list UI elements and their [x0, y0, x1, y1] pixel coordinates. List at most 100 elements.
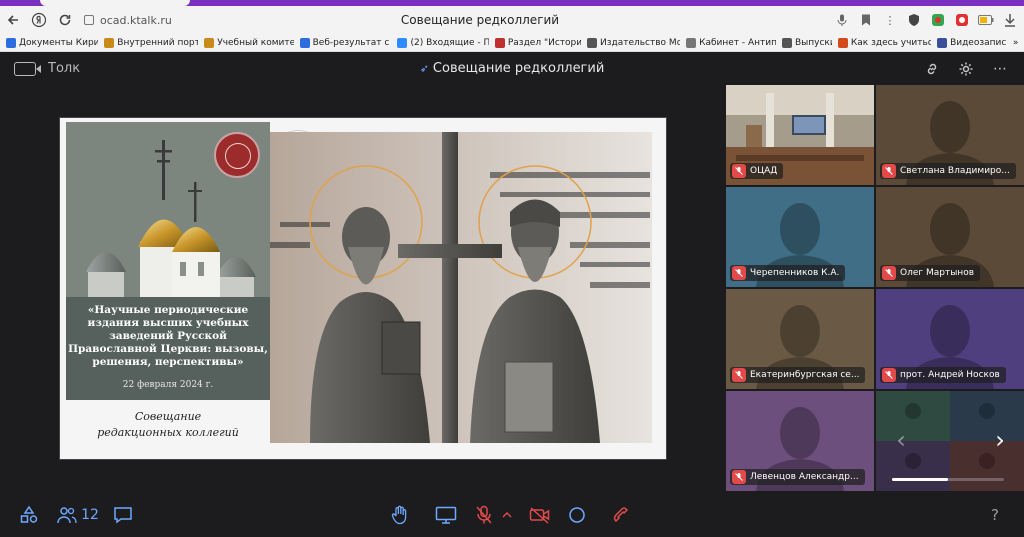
- app-logo[interactable]: Толк: [14, 61, 80, 76]
- bookmark-favicon-icon: [686, 37, 697, 48]
- mic-muted-icon: [882, 164, 896, 178]
- bookmark-label: Внутренний порта: [117, 37, 199, 48]
- participant-name-label: Екатеринбургская се...: [730, 367, 866, 383]
- bookmark-label: Выпуски: [794, 37, 832, 48]
- app-logo-label: Толк: [48, 61, 81, 76]
- screen-share-icon[interactable]: [434, 492, 458, 537]
- link-icon[interactable]: [924, 61, 940, 77]
- bookmark-label: Издательство Мос: [599, 37, 681, 48]
- bookmark-item[interactable]: Учебный комитет: [204, 37, 294, 48]
- bookmark-item[interactable]: Издательство Мос: [586, 37, 681, 48]
- saints-statue-photo: [270, 132, 652, 443]
- protect-shield-icon[interactable]: [906, 12, 922, 28]
- participant-name-label: ОЦАД: [730, 163, 784, 179]
- page-indicator-fill: [892, 478, 948, 481]
- bookmark-item[interactable]: Выпуски: [781, 37, 832, 48]
- participant-name-label: прот. Андрей Носков: [880, 367, 1006, 383]
- slide-subtitle-line2: редакционных коллегий: [97, 426, 239, 439]
- end-call-icon[interactable]: [610, 492, 634, 537]
- shapes-icon[interactable]: [18, 492, 40, 537]
- participant-tile[interactable]: Светлана Владимиро...: [876, 85, 1024, 185]
- microphone-icon[interactable]: [834, 12, 850, 28]
- bookmark-favicon-icon: [299, 37, 310, 48]
- participant-tile[interactable]: прот. Андрей Носков: [876, 289, 1024, 389]
- chat-icon[interactable]: [112, 492, 134, 537]
- yandex-icon[interactable]: [26, 7, 52, 33]
- participant-tile[interactable]: Левенцов Александр...: [726, 391, 874, 491]
- help-button[interactable]: ?: [986, 492, 1004, 537]
- participant-name: Левенцов Александр...: [750, 472, 859, 482]
- reload-icon[interactable]: [52, 7, 78, 33]
- raise-hand-icon[interactable]: [389, 492, 411, 537]
- grid-page-indicator: [892, 478, 1004, 481]
- mic-muted-icon: [732, 470, 746, 484]
- bookmark-favicon-icon: [937, 37, 948, 48]
- back-arrow-icon[interactable]: [0, 7, 26, 33]
- participant-tile[interactable]: Екатеринбургская се...: [726, 289, 874, 389]
- camera-off-icon[interactable]: [528, 492, 552, 537]
- camera-logo-icon: [14, 61, 41, 76]
- bookmark-label: Как здесь учиться: [850, 37, 932, 48]
- url-text: ocad.ktalk.ru: [100, 13, 172, 27]
- bookmark-label: Кабинет - Антипл: [699, 37, 776, 48]
- bookmarks-bar: Документы Кирил Внутренний порта Учебный к…: [0, 34, 1024, 52]
- app-header: Толк ➶ Совещание редколлегий ⋯: [0, 52, 1024, 85]
- mic-muted-icon: [732, 164, 746, 178]
- address-bar: ocad.ktalk.ru Совещание редколлегий ⋮: [0, 6, 1024, 34]
- participant-tile[interactable]: Черепенников К.А.: [726, 187, 874, 287]
- slide-heading: «Научные периодические издания высших уч…: [68, 304, 268, 368]
- presentation-slide: «Научные периодические издания высших уч…: [60, 118, 666, 459]
- bookmark-item[interactable]: Документы Кирил: [6, 37, 99, 48]
- bookmark-favicon-icon: [104, 37, 115, 48]
- mic-options-chevron-icon[interactable]: [500, 492, 514, 537]
- participant-name: Черепенников К.А.: [750, 268, 840, 278]
- bookmark-item[interactable]: Как здесь учиться: [837, 37, 932, 48]
- bookmark-item[interactable]: Видеозаписи: [937, 37, 1007, 48]
- participant-tile[interactable]: Олег Мартынов: [876, 187, 1024, 287]
- pin-icon: ➶: [419, 62, 429, 75]
- extension-icon[interactable]: [930, 12, 946, 28]
- people-icon: [57, 506, 77, 523]
- slide-subtitle-line1: Совещание: [134, 410, 202, 423]
- participant-name-label: Левенцов Александр...: [730, 469, 865, 485]
- bookmark-favicon-icon: [837, 37, 848, 48]
- url-field[interactable]: ocad.ktalk.ru: [84, 9, 172, 31]
- mic-muted-icon: [732, 266, 746, 280]
- bookmark-label: Учебный комитет: [217, 37, 294, 48]
- participant-name: прот. Андрей Носков: [900, 370, 1000, 380]
- bookmark-item[interactable]: Кабинет - Антипл: [686, 37, 776, 48]
- bookmark-favicon-icon: [494, 37, 505, 48]
- more-horizontal-icon[interactable]: ⋯: [992, 61, 1008, 77]
- bottom-toolbar: 12 ?: [0, 492, 1024, 537]
- bookmark-label: Веб-результат с д: [312, 37, 392, 48]
- participant-tile[interactable]: ОЦАД: [726, 85, 874, 185]
- bookmark-icon[interactable]: [858, 12, 874, 28]
- screen-share-area: «Научные периодические издания высших уч…: [0, 85, 726, 492]
- more-vertical-icon[interactable]: ⋮: [882, 12, 898, 28]
- previous-page-chevron-icon[interactable]: ‹: [891, 425, 911, 455]
- mic-muted-icon: [882, 266, 896, 280]
- meeting-title-bar: ➶ Совещание редколлегий: [0, 61, 1024, 76]
- slide-date: 22 февраля 2024 г.: [122, 380, 214, 390]
- bookmark-label: Документы Кирил: [19, 37, 99, 48]
- participants-button[interactable]: 12: [56, 492, 100, 537]
- bookmark-favicon-icon: [204, 37, 215, 48]
- bookmark-item[interactable]: Внутренний порта: [104, 37, 199, 48]
- participant-name: ОЦАД: [750, 166, 778, 176]
- bookmark-favicon-icon: [586, 37, 597, 48]
- bookmark-item[interactable]: (2) Входящие - По: [397, 37, 489, 48]
- participant-name: Светлана Владимиро...: [900, 166, 1010, 176]
- record-circle-icon[interactable]: [566, 492, 588, 537]
- download-icon[interactable]: [1002, 12, 1018, 28]
- bookmark-item[interactable]: Раздел "История: [494, 37, 581, 48]
- extension-red-icon[interactable]: [954, 12, 970, 28]
- bookmark-favicon-icon: [397, 37, 408, 48]
- microphone-off-icon[interactable]: [472, 492, 496, 537]
- bookmarks-overflow-icon[interactable]: »: [1013, 38, 1018, 48]
- bookmark-favicon-icon: [6, 37, 16, 48]
- settings-gear-icon[interactable]: [958, 61, 974, 77]
- lock-icon: [84, 15, 94, 25]
- academy-seal-logo: [214, 132, 260, 178]
- next-page-chevron-icon[interactable]: ›: [990, 425, 1010, 455]
- bookmark-item[interactable]: Веб-результат с д: [299, 37, 392, 48]
